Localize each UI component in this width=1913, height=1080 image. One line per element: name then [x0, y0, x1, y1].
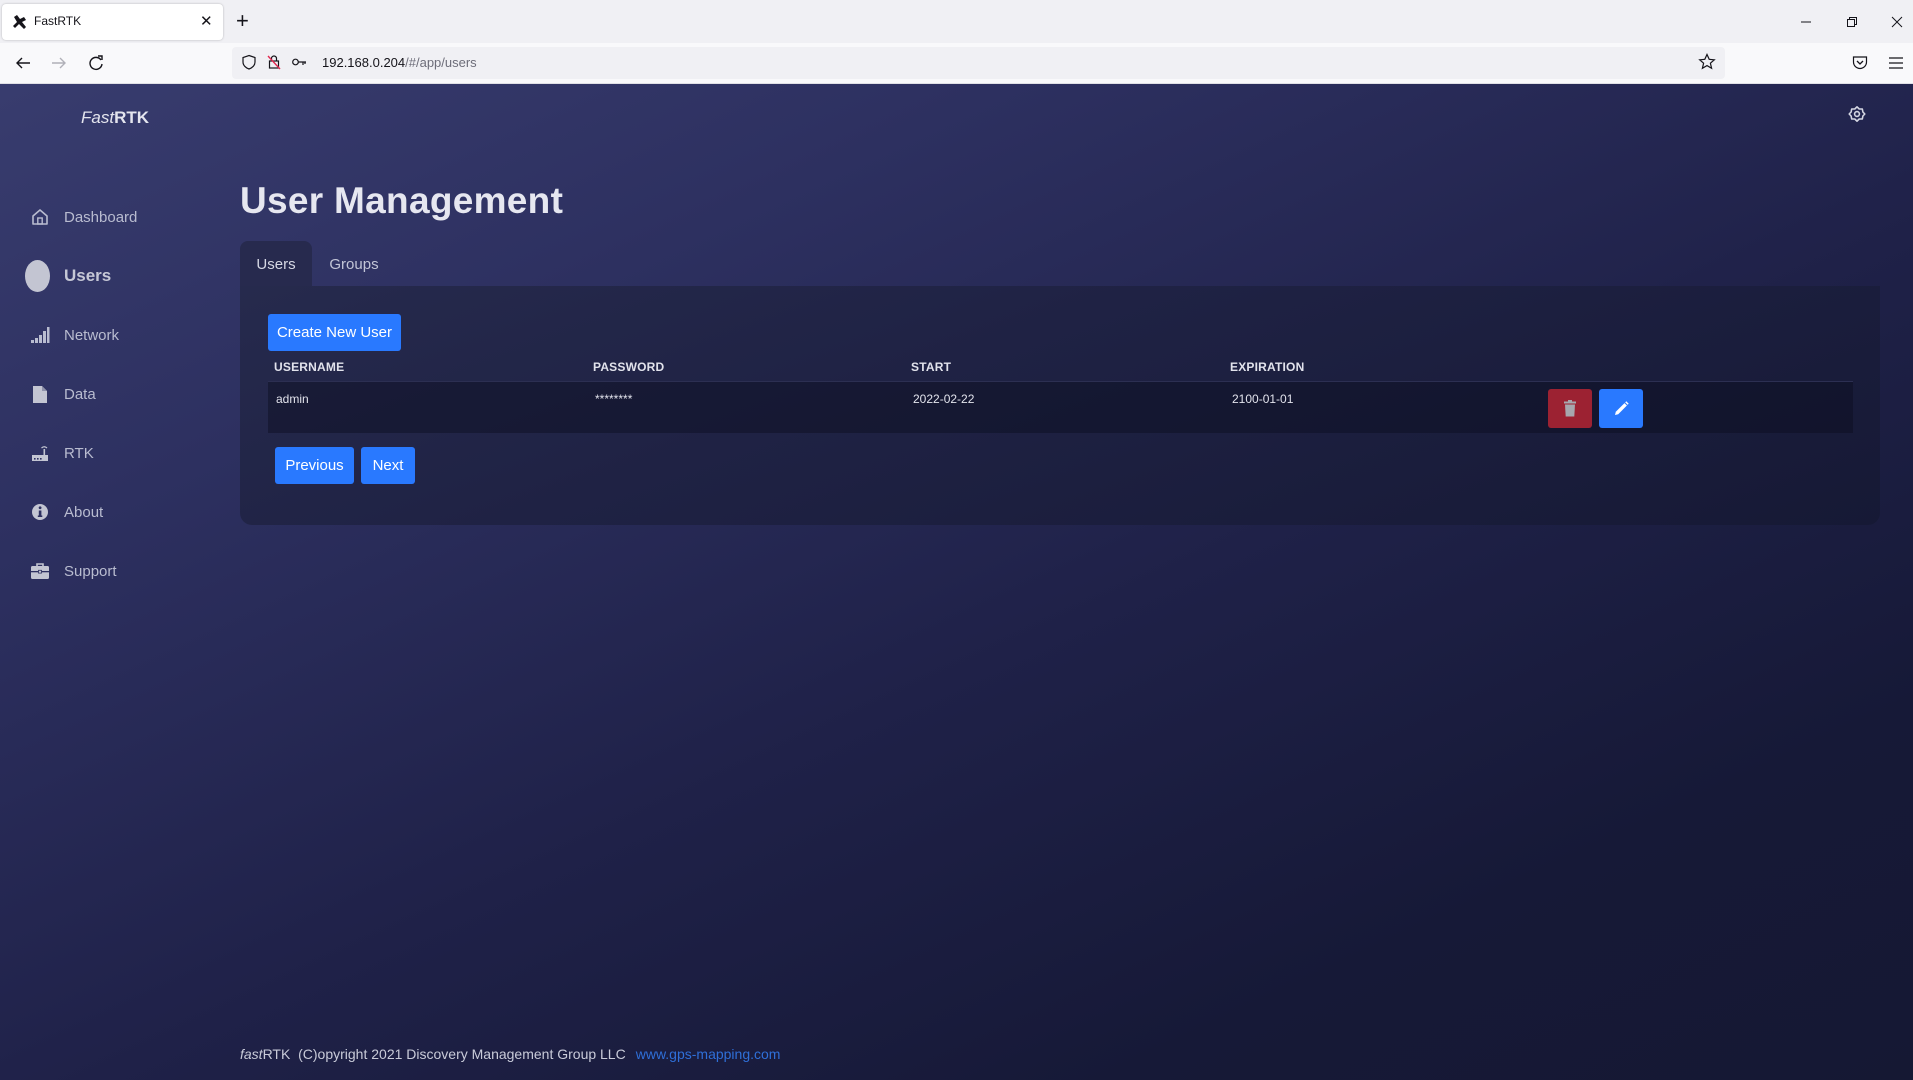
bookmark-star-icon[interactable] [1698, 53, 1716, 71]
active-indicator-icon [25, 260, 50, 292]
delete-user-button[interactable] [1548, 389, 1592, 428]
copyright-text: (C)opyright 2021 Discovery Management Gr… [298, 1046, 626, 1062]
home-icon [30, 207, 50, 227]
sidebar-item-support[interactable]: Support [30, 556, 117, 586]
sidebar-item-label: RTK [64, 444, 94, 462]
table-row: admin ******** 2022-02-22 2100-01-01 [268, 381, 1853, 433]
cell-expiration: 2100-01-01 [1232, 392, 1294, 406]
page-title: User Management [240, 180, 564, 221]
website-link[interactable]: www.gps-mapping.com [636, 1046, 781, 1062]
url-path: /#/app/users [405, 55, 477, 70]
sidebar-item-dashboard[interactable]: Dashboard [30, 202, 137, 232]
edit-user-button[interactable] [1599, 389, 1643, 428]
forward-icon[interactable] [50, 55, 68, 71]
browser-toolbar: 192.168.0.204/#/app/users [0, 43, 1913, 84]
brand-bold: RTK [114, 108, 150, 127]
briefcase-icon [30, 561, 50, 581]
sidebar-item-about[interactable]: About [30, 497, 103, 527]
satellite-favicon-icon [13, 15, 26, 29]
sidebar-item-label: Network [64, 326, 120, 344]
brand-logo[interactable]: FastRTK [81, 108, 149, 128]
cell-start: 2022-02-22 [913, 392, 975, 406]
sidebar-item-network[interactable]: Network [30, 320, 119, 350]
brand-italic: Fast [81, 108, 115, 127]
insecure-lock-icon[interactable] [266, 54, 282, 70]
trash-icon [1564, 400, 1576, 417]
new-tab-button[interactable]: + [236, 8, 249, 34]
tab-groups[interactable]: Groups [322, 241, 386, 287]
sidebar-item-data[interactable]: Data [30, 379, 96, 409]
back-icon[interactable] [14, 55, 32, 71]
column-header-expiration[interactable]: EXPIRATION [1230, 360, 1304, 374]
sidebar-item-rtk[interactable]: RTK [30, 438, 94, 468]
sidebar-item-label: About [64, 503, 104, 521]
pencil-icon [1615, 400, 1629, 415]
cell-username: admin [276, 392, 309, 406]
app-container: FastRTK Dashboard Users Network Data RTK… [0, 84, 1913, 1080]
footer: fastRTK (C)opyright 2021 Discovery Manag… [240, 1046, 780, 1062]
url-text[interactable]: 192.168.0.204/#/app/users [322, 55, 477, 70]
settings-gear-icon[interactable] [1848, 105, 1866, 123]
close-window-icon[interactable] [1891, 16, 1903, 28]
next-page-button[interactable]: Next [361, 447, 415, 484]
url-host: 192.168.0.204 [322, 55, 406, 70]
minimize-icon[interactable] [1800, 16, 1812, 28]
tab-title: FastRTK [34, 14, 82, 28]
column-header-username[interactable]: USERNAME [274, 360, 344, 374]
cell-password: ******** [595, 392, 633, 406]
sidebar-item-label: Dashboard [64, 208, 138, 226]
sidebar-item-users[interactable]: Users [25, 260, 111, 292]
tab-users[interactable]: Users [240, 241, 312, 287]
signal-bars-icon [30, 325, 50, 345]
sidebar-item-label: Data [64, 385, 96, 403]
file-icon [30, 384, 50, 404]
reload-icon[interactable] [87, 54, 105, 72]
previous-page-button[interactable]: Previous [275, 447, 354, 484]
browser-tab[interactable]: FastRTK ✕ [2, 4, 223, 40]
sidebar-item-label: Support [64, 562, 117, 580]
sidebar-item-label: Users [64, 266, 112, 285]
create-new-user-button[interactable]: Create New User [268, 314, 401, 351]
pocket-icon[interactable] [1851, 54, 1869, 72]
key-icon[interactable] [291, 54, 307, 70]
router-icon [30, 443, 50, 463]
column-header-start[interactable]: START [911, 360, 951, 374]
menu-icon[interactable] [1887, 54, 1905, 72]
address-bar[interactable]: 192.168.0.204/#/app/users [232, 47, 1725, 79]
close-tab-icon[interactable]: ✕ [200, 12, 213, 30]
column-header-password[interactable]: PASSWORD [593, 360, 664, 374]
restore-icon[interactable] [1846, 16, 1858, 28]
browser-tab-bar: FastRTK ✕ + [0, 0, 1913, 43]
info-icon [30, 502, 50, 522]
shield-icon[interactable] [241, 54, 257, 70]
footer-brand: RTK [262, 1046, 291, 1062]
footer-brand-italic: fast [240, 1046, 263, 1062]
users-panel: Create New User USERNAME PASSWORD START … [240, 286, 1880, 525]
